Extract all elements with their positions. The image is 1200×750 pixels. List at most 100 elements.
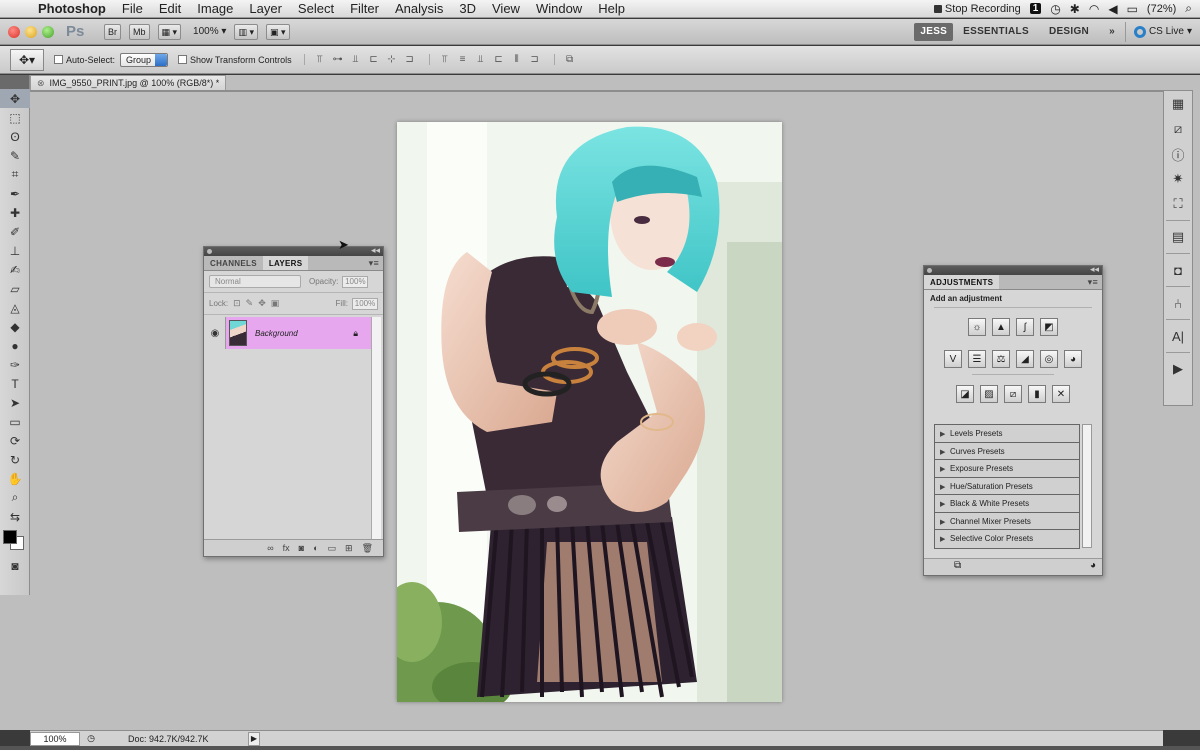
marquee-tool-icon[interactable]: ⬚: [0, 108, 30, 127]
pen-tool-icon[interactable]: ✑: [0, 355, 30, 374]
selective-color-icon[interactable]: ✕: [1052, 385, 1070, 403]
hue-saturation-icon[interactable]: ☰: [968, 350, 986, 368]
eraser-tool-icon[interactable]: ▱: [0, 279, 30, 298]
channel-mixer-icon[interactable]: ◕: [1064, 350, 1082, 368]
close-panel-icon[interactable]: [927, 268, 932, 273]
mini-bridge-panel-icon[interactable]: ▤: [1164, 225, 1192, 249]
dodge-tool-icon[interactable]: ●: [0, 336, 30, 355]
paint-bucket-tool-icon[interactable]: ◬: [0, 298, 30, 317]
character-panel-icon[interactable]: A|: [1164, 324, 1192, 348]
layer-style-icon[interactable]: fx: [283, 543, 290, 553]
healing-brush-tool-icon[interactable]: ✚: [0, 203, 30, 222]
return-to-list-icon[interactable]: ⧉: [954, 560, 961, 571]
bluetooth-icon[interactable]: ✱: [1070, 2, 1080, 16]
status-share-icon[interactable]: ◷: [84, 733, 98, 744]
menu-window[interactable]: Window: [528, 0, 590, 18]
preset-channel-mixer[interactable]: ▶ Channel Mixer Presets: [935, 513, 1079, 530]
lock-all-icon[interactable]: ▣: [271, 298, 280, 309]
swap-colors-icon[interactable]: ⇆: [0, 507, 30, 526]
preset-hue-saturation[interactable]: ▶ Hue/Saturation Presets: [935, 478, 1079, 495]
workspace-jess[interactable]: JESS: [914, 22, 954, 41]
workspace-design[interactable]: DESIGN: [1039, 26, 1099, 37]
color-balance-icon[interactable]: ⚖: [992, 350, 1010, 368]
vibrance-icon[interactable]: V: [944, 350, 962, 368]
align-vcenter-icon[interactable]: ⊶: [331, 54, 345, 65]
3d-rotate-tool-icon[interactable]: ⟳: [0, 431, 30, 450]
status-menu-arrow[interactable]: ▶: [248, 731, 260, 746]
preset-exposure[interactable]: ▶ Exposure Presets: [935, 460, 1079, 478]
layers-panel-grip[interactable]: ◂◂: [204, 245, 383, 256]
clone-stamp-tool-icon[interactable]: ⊥: [0, 241, 30, 260]
zoom-window-button[interactable]: [42, 25, 54, 38]
zoom-level-select[interactable]: 100% ▾: [193, 26, 226, 37]
photo-filter-icon[interactable]: ◎: [1040, 350, 1058, 368]
new-layer-icon[interactable]: ⊞: [345, 543, 353, 554]
clip-to-layer-icon[interactable]: ◕: [1090, 560, 1096, 571]
launch-mini-bridge-button[interactable]: Mb: [129, 23, 150, 40]
black-white-icon[interactable]: ◢: [1016, 350, 1034, 368]
stop-recording-button[interactable]: Stop Recording: [933, 3, 1021, 15]
layer-row-body[interactable]: Background 🔒︎: [225, 317, 372, 349]
adjustments-panel-grip[interactable]: ◂◂: [924, 264, 1102, 275]
foreground-color-swatch[interactable]: [3, 530, 17, 544]
navigator-panel-icon[interactable]: ▦: [1164, 92, 1192, 116]
histogram-panel-icon[interactable]: ⧄: [1164, 117, 1192, 141]
link-layers-icon[interactable]: ∞: [267, 543, 273, 553]
hand-tool-icon[interactable]: ✋: [0, 469, 30, 488]
delete-layer-icon[interactable]: 🗑︎: [362, 543, 373, 554]
auto-select-checkbox[interactable]: [54, 55, 63, 64]
crop-tool-icon[interactable]: ⌗: [0, 165, 30, 184]
volume-icon[interactable]: ◀: [1108, 2, 1117, 16]
workspace-more-button[interactable]: »: [1099, 26, 1125, 37]
menu-help[interactable]: Help: [590, 0, 633, 18]
layers-scrollbar[interactable]: [371, 317, 381, 539]
minimize-window-button[interactable]: [25, 25, 37, 38]
spotlight-icon[interactable]: ⌕: [1185, 1, 1192, 16]
zoom-tool-icon[interactable]: ⌕: [0, 488, 30, 507]
info-panel-icon[interactable]: ⓘ: [1164, 142, 1192, 166]
gradient-map-icon[interactable]: ▮: [1028, 385, 1046, 403]
type-tool-icon[interactable]: T: [0, 374, 30, 393]
menu-edit[interactable]: Edit: [151, 0, 189, 18]
preset-levels[interactable]: ▶ Levels Presets: [935, 425, 1079, 443]
menu-layer[interactable]: Layer: [241, 0, 290, 18]
layer-name[interactable]: Background: [255, 329, 298, 338]
quick-select-tool-icon[interactable]: ✎: [0, 146, 30, 165]
close-panel-icon[interactable]: [207, 249, 212, 254]
lock-transparent-icon[interactable]: ⊡: [233, 298, 241, 309]
view-extras-button[interactable]: ▦ ▾: [157, 23, 182, 40]
preset-selective-color[interactable]: ▶ Selective Color Presets: [935, 530, 1079, 548]
lock-pixels-icon[interactable]: ✎: [246, 298, 254, 309]
menu-file[interactable]: File: [114, 0, 151, 18]
move-tool-icon[interactable]: ✥: [0, 89, 30, 108]
exposure-icon[interactable]: ◩: [1040, 318, 1058, 336]
time-machine-icon[interactable]: ◷: [1050, 2, 1060, 16]
threshold-icon[interactable]: ⧄: [1004, 385, 1022, 403]
blend-mode-select[interactable]: Normal: [209, 275, 301, 288]
align-left-icon[interactable]: ⊏: [367, 54, 381, 65]
cs-live-button[interactable]: CS Live ▾: [1124, 21, 1200, 42]
color-panel-icon[interactable]: ✷: [1164, 167, 1192, 191]
distribute-bottom-icon[interactable]: ⫫: [474, 54, 488, 65]
menu-analysis[interactable]: Analysis: [387, 0, 451, 18]
opacity-field[interactable]: 100%: [342, 275, 369, 288]
show-transform-checkbox[interactable]: [178, 55, 188, 64]
panel-menu-icon[interactable]: ▾≡: [369, 256, 383, 270]
preset-black-white[interactable]: ▶ Black & White Presets: [935, 495, 1079, 513]
document-canvas[interactable]: [397, 122, 782, 702]
panel-menu-icon[interactable]: ▾≡: [1088, 275, 1102, 289]
levels-icon[interactable]: ▲: [992, 318, 1010, 336]
posterize-icon[interactable]: ▨: [980, 385, 998, 403]
distribute-top-icon[interactable]: ⫪: [438, 54, 452, 65]
curves-icon[interactable]: ∫: [1016, 318, 1034, 336]
quick-mask-icon[interactable]: ◙: [0, 556, 30, 575]
tab-layers[interactable]: LAYERS: [262, 256, 309, 270]
menu-app-name[interactable]: Photoshop: [30, 0, 114, 18]
tool-preset-picker[interactable]: ✥ ▾: [10, 48, 44, 71]
status-zoom-field[interactable]: 100%: [30, 731, 80, 746]
new-group-icon[interactable]: ▭: [328, 543, 337, 554]
brush-panel-icon[interactable]: ⑃: [1164, 291, 1192, 315]
workspace-essentials[interactable]: ESSENTIALS: [953, 26, 1039, 37]
align-top-icon[interactable]: ⫪: [313, 54, 327, 65]
distribute-left-icon[interactable]: ⊏: [492, 54, 506, 65]
